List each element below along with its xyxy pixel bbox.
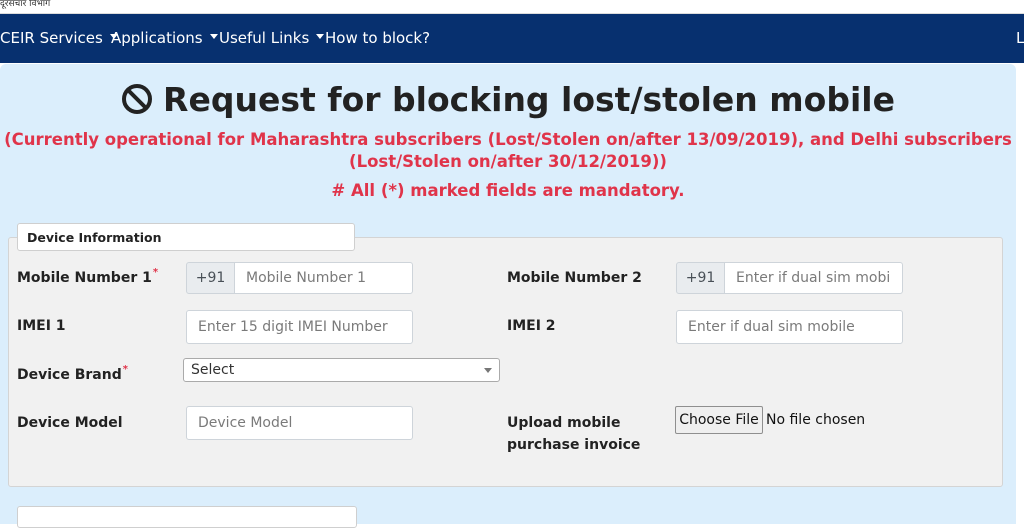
caret-down-icon [209,34,218,39]
nav-login[interactable]: L [1016,14,1024,63]
required-mark: * [152,267,159,278]
nav-useful-links-label: Useful Links [219,29,310,47]
dropdown-arrow-icon [484,368,492,373]
nav-ceir-services[interactable]: CEIR Services [0,14,118,63]
mobile-number-1-input[interactable] [234,262,413,294]
device-model-label: Device Model [17,415,123,431]
mobile-number-1-label-text: Mobile Number 1 [17,270,152,286]
department-name: दूरसंचार विभाग [0,0,51,9]
operational-notice-line1: (Currently operational for Maharashtra s… [4,130,1012,149]
mobile-number-1-label: Mobile Number 1* [17,267,159,286]
imei-2-label: IMEI 2 [507,318,556,334]
nav-applications-label: Applications [111,29,203,47]
required-mark: * [122,364,128,375]
nav-how-to-block-label: How to block? [325,29,431,47]
next-section-header [17,506,357,528]
device-brand-label-text: Device Brand [17,367,122,383]
choose-file-button[interactable]: Choose File [675,406,763,434]
section-title: Device Information [17,223,355,251]
nav-useful-links[interactable]: Useful Links [219,14,325,63]
nav-ceir-services-label: CEIR Services [0,29,103,47]
country-code-prefix: +91 [186,262,235,294]
top-header-strip: दूरसंचार विभाग [0,0,1024,14]
mobile-number-2-label: Mobile Number 2 [507,270,642,286]
device-brand-select[interactable]: Select [183,358,500,382]
mandatory-note: # All (*) marked fields are mandatory. [331,181,685,200]
mobile-number-2-input[interactable] [724,262,903,294]
invoice-label-line2: purchase invoice [507,437,641,453]
file-status: No file chosen [766,412,866,428]
imei-1-input[interactable] [186,310,413,344]
device-brand-label: Device Brand* [17,364,128,383]
invoice-label-line1: Upload mobile [507,415,621,431]
main-navbar: CEIR Services Applications Useful Links … [0,14,1024,63]
block-icon [122,83,153,114]
page-title-text: Request for blocking lost/stolen mobile [163,80,895,119]
imei-1-label: IMEI 1 [17,318,66,334]
country-code-prefix: +91 [676,262,725,294]
imei-2-input[interactable] [676,310,903,344]
nav-how-to-block[interactable]: How to block? [325,14,430,63]
page-title: Request for blocking lost/stolen mobile [0,80,1016,119]
nav-applications[interactable]: Applications [111,14,218,63]
device-brand-selected: Select [191,362,235,378]
caret-down-icon [316,34,325,39]
operational-notice-line2: (Lost/Stolen on/after 30/12/2019)) [349,152,667,171]
device-model-input[interactable] [186,406,413,440]
